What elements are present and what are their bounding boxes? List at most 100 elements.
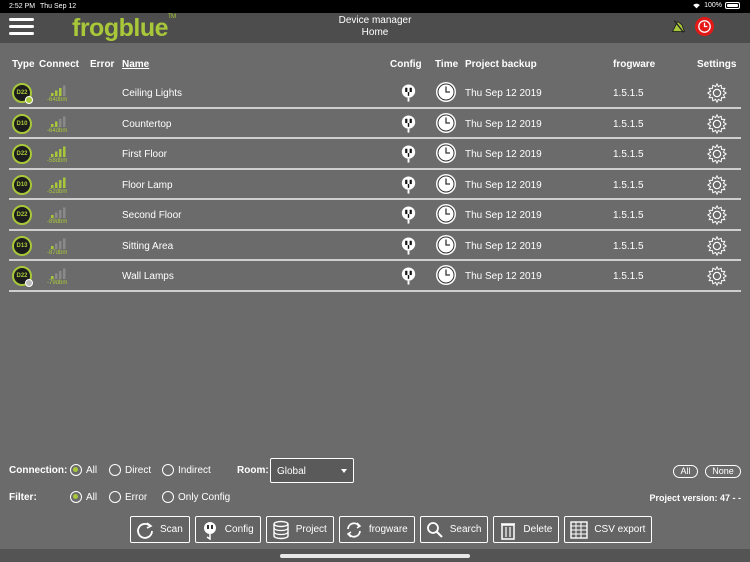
device-name[interactable]: Wall Lamps [122, 271, 174, 282]
table-row[interactable]: D22 -89dbm Second Floor Thu Sep 12 2019 … [9, 200, 741, 231]
device-type-icon: D22 [12, 83, 33, 104]
frog-connect-icon[interactable] [670, 18, 687, 35]
clock-icon[interactable] [436, 265, 456, 285]
table-row[interactable]: D22 -79dbm Wall Lamps Thu Sep 12 2019 1.… [9, 261, 741, 292]
connection-direct-radio[interactable]: Direct [109, 464, 151, 476]
device-type-icon: D10 [12, 174, 32, 195]
table-row[interactable]: D10 -52dbm Floor Lamp Thu Sep 12 2019 1.… [9, 169, 741, 200]
clock-icon[interactable] [436, 112, 456, 133]
config-plug-icon[interactable] [399, 266, 418, 286]
config-plug-icon[interactable] [399, 175, 418, 195]
gear-icon[interactable] [706, 113, 728, 135]
trash-icon [501, 522, 516, 540]
scan-button[interactable]: Scan [130, 516, 190, 543]
gear-icon[interactable] [706, 174, 728, 196]
config-plug-icon[interactable] [399, 236, 418, 256]
gear-icon[interactable] [706, 82, 728, 104]
signal-dbm: -87dbm [47, 249, 68, 256]
clock-icon[interactable] [436, 234, 456, 255]
device-type-icon: D22 [12, 144, 32, 164]
status-date: Thu Sep 12 [40, 3, 77, 10]
clock-icon[interactable] [436, 204, 456, 224]
device-name[interactable]: Sitting Area [122, 241, 173, 252]
spreadsheet-icon [570, 520, 589, 539]
radio-dot [109, 491, 121, 503]
project-version: Project version: 47 - - [649, 493, 741, 503]
radio-dot [109, 464, 121, 476]
radio-label: Only Config [178, 491, 231, 503]
config-plug-icon[interactable] [399, 144, 418, 164]
select-all-button[interactable]: All [673, 465, 698, 478]
radio-dot [162, 464, 174, 476]
clock-icon[interactable] [436, 173, 456, 194]
signal-strength-icon [51, 238, 66, 249]
filter-all-radio[interactable]: All [70, 491, 97, 503]
room-select[interactable]: Global [270, 458, 354, 483]
table-row[interactable]: D22 -58dbm First Floor Thu Sep 12 2019 1… [9, 139, 741, 170]
device-type-code: D10 [16, 120, 28, 127]
gear-icon[interactable] [706, 204, 728, 226]
frogware-version: 1.5.1.5 [613, 240, 644, 252]
filter-error-radio[interactable]: Error [109, 491, 147, 503]
scan-label: Scan [160, 524, 183, 535]
device-name[interactable]: Countertop [122, 119, 171, 130]
project-button[interactable]: Project [265, 516, 334, 543]
filter-only-config-radio[interactable]: Only Config [162, 491, 230, 503]
table-row[interactable]: D10 -64dbm Countertop Thu Sep 12 2019 1.… [9, 108, 741, 139]
signal-dbm: -64dbm [47, 97, 68, 103]
device-type-icon: D22 [12, 266, 33, 287]
page-subtitle: Home [361, 27, 389, 38]
config-plug-icon[interactable] [399, 83, 418, 103]
page-title-text: Device manager [338, 15, 412, 26]
table-row[interactable]: D13 -87dbm Sitting Area Thu Sep 12 2019 … [9, 230, 741, 261]
gear-icon[interactable] [706, 143, 728, 165]
project-backup-date: Thu Sep 12 2019 [465, 179, 542, 191]
signal-strength-icon [51, 177, 66, 188]
battery-icon [725, 2, 740, 9]
project-backup-date: Thu Sep 12 2019 [465, 118, 542, 130]
search-button[interactable]: Search [419, 516, 489, 543]
gear-icon[interactable] [706, 235, 728, 257]
csv-export-button[interactable]: CSV export [564, 516, 653, 543]
connection-all-radio[interactable]: All [70, 464, 97, 476]
action-toolbar: Scan Config Project frogware Search Dele… [130, 516, 653, 543]
radio-label: Error [125, 491, 148, 503]
clock-icon[interactable] [436, 143, 456, 163]
delete-button[interactable]: Delete [493, 516, 560, 543]
signal-dbm: -64dbm [47, 127, 68, 134]
device-type-code: D13 [16, 242, 28, 249]
radio-label: All [86, 491, 98, 503]
device-name[interactable]: First Floor [122, 149, 167, 160]
table-row[interactable]: D22 -64dbm Ceiling Lights Thu Sep 12 201… [9, 78, 741, 109]
project-label: Project [295, 524, 327, 535]
connection-indirect-radio[interactable]: Indirect [162, 464, 211, 476]
room-select-value: Global [277, 466, 306, 477]
frogware-label: frogware [368, 524, 408, 535]
col-name-sort[interactable]: Name [122, 59, 149, 70]
type-status-badge [25, 279, 33, 287]
alarm-clock-icon[interactable] [695, 17, 714, 36]
frogware-version: 1.5.1.5 [613, 271, 644, 282]
device-type-code: D10 [16, 181, 28, 188]
chevron-down-icon [341, 469, 347, 473]
signal-strength-icon [51, 116, 66, 127]
device-name[interactable]: Floor Lamp [122, 180, 173, 191]
refresh-icon [137, 521, 153, 539]
gear-icon[interactable] [706, 265, 728, 287]
frogware-button[interactable]: frogware [338, 516, 415, 543]
config-button[interactable]: Config [194, 516, 261, 543]
search-label: Search [449, 524, 482, 535]
device-name[interactable]: Ceiling Lights [122, 88, 182, 99]
col-error: Error [90, 59, 115, 70]
home-indicator[interactable] [280, 554, 470, 558]
status-bar: 2:52 PM Thu Sep 12 100% [0, 0, 750, 13]
select-none-button[interactable]: None [705, 465, 741, 478]
app-header: frogblueTM Device manager Home [0, 13, 750, 43]
config-plug-icon[interactable] [399, 205, 418, 225]
radio-label: Indirect [178, 464, 211, 476]
device-table: Type Connect Error Name Config Time Proj… [9, 50, 741, 292]
device-type-code: D22 [16, 151, 28, 157]
config-plug-icon[interactable] [399, 114, 418, 134]
device-name[interactable]: Second Floor [122, 210, 181, 221]
clock-icon[interactable] [436, 82, 456, 102]
